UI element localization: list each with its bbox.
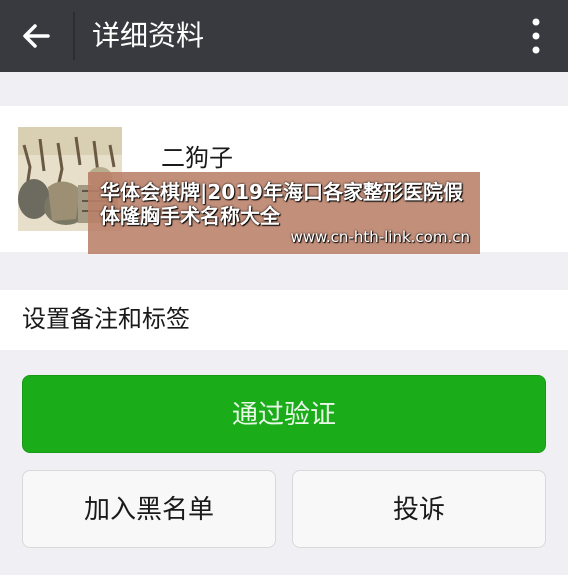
verify-button[interactable]: 通过验证 xyxy=(22,375,546,453)
remark-tags-label: 设置备注和标签 xyxy=(22,305,190,333)
contact-name: 二狗子 xyxy=(161,144,233,172)
add-to-blacklist-button[interactable]: 加入黑名单 xyxy=(22,470,276,548)
remark-tags-row[interactable]: 设置备注和标签 xyxy=(0,290,568,350)
page-title: 详细资料 xyxy=(92,19,205,52)
report-button[interactable]: 投诉 xyxy=(292,470,546,548)
top-bar: 详细资料 xyxy=(0,0,568,72)
ad-url: www.cn-hth-link.com.cn xyxy=(290,228,470,246)
header-divider xyxy=(73,12,75,60)
ad-watermark-overlay: 华体会棋牌|2019年海口各家整形医院假体隆胸手术名称大全 www.cn-hth… xyxy=(88,172,480,254)
back-arrow-icon[interactable] xyxy=(18,18,54,54)
more-options-icon[interactable] xyxy=(524,14,548,58)
ad-title: 华体会棋牌|2019年海口各家整形医院假体隆胸手术名称大全 xyxy=(100,180,463,228)
